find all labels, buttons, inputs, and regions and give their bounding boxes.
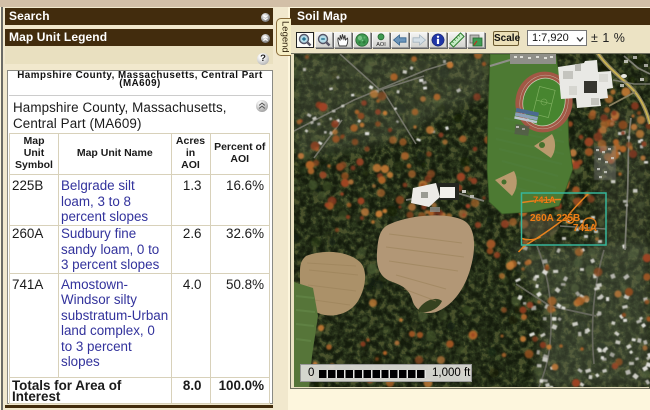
svg-text:AOI: AOI [376,42,386,48]
svg-text:741A: 741A [533,195,556,206]
svg-text:741A: 741A [573,223,597,234]
